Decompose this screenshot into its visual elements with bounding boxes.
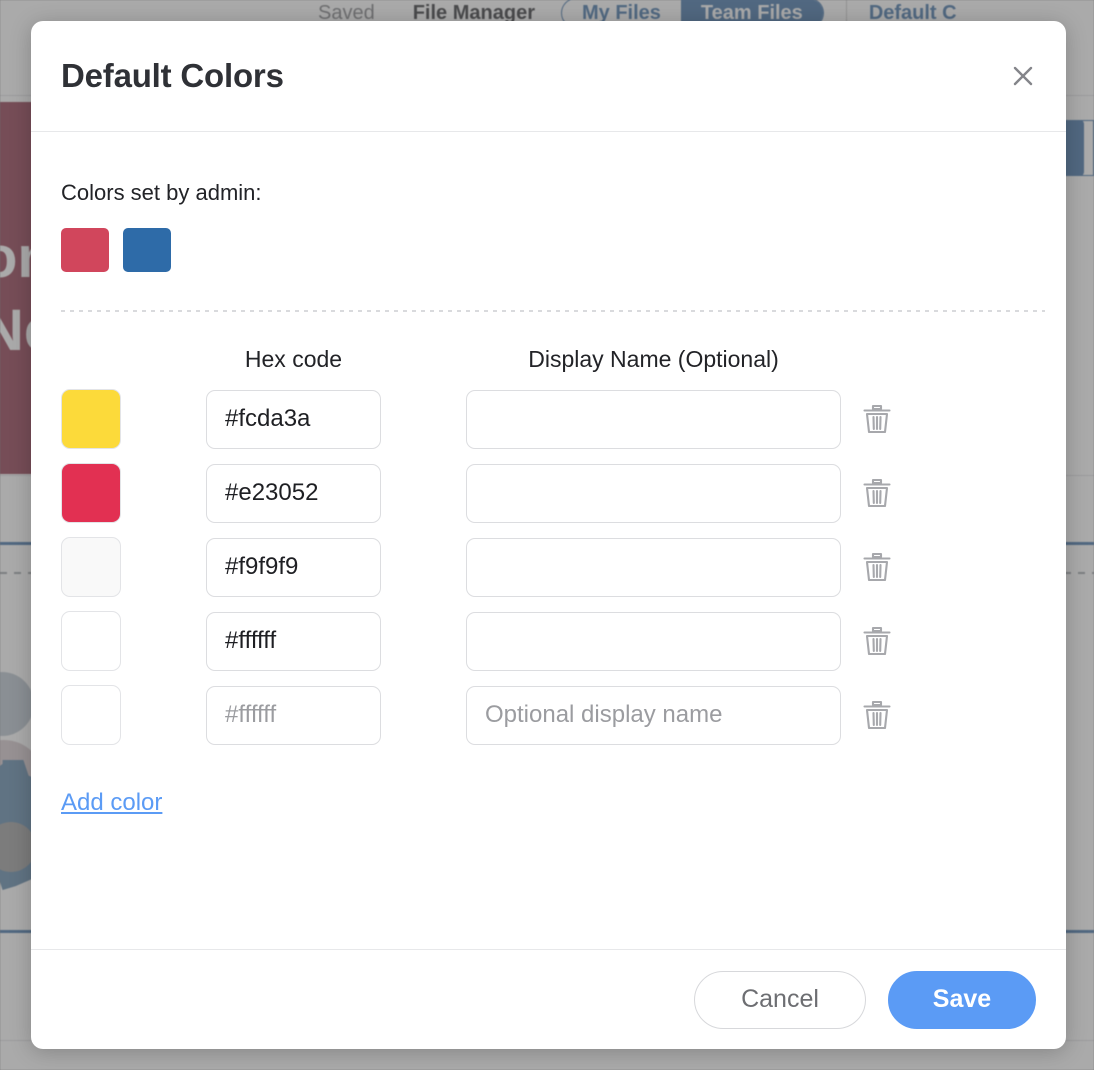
actions-cell bbox=[841, 471, 911, 515]
trash-icon[interactable] bbox=[855, 397, 899, 441]
display-name-cell bbox=[466, 611, 841, 671]
trash-icon[interactable] bbox=[855, 471, 899, 515]
dialog-header: Default Colors bbox=[31, 21, 1066, 132]
display-name-input[interactable] bbox=[466, 611, 841, 671]
dialog-body: Colors set by admin: Hex code Display Na… bbox=[31, 132, 1066, 949]
hex-code-input[interactable] bbox=[206, 685, 381, 745]
display-name-cell bbox=[466, 389, 841, 449]
color-swatch-cell bbox=[61, 537, 206, 597]
color-swatch[interactable] bbox=[61, 389, 121, 449]
trash-icon[interactable] bbox=[855, 693, 899, 737]
color-swatch[interactable] bbox=[61, 463, 121, 523]
color-row bbox=[61, 389, 1036, 449]
hex-code-input[interactable] bbox=[206, 611, 381, 671]
color-swatch-cell bbox=[61, 389, 206, 449]
color-swatch-cell bbox=[61, 611, 206, 671]
hex-cell bbox=[206, 389, 381, 449]
hex-code-input[interactable] bbox=[206, 463, 381, 523]
hex-cell bbox=[206, 463, 381, 523]
color-row bbox=[61, 463, 1036, 523]
display-name-input[interactable] bbox=[466, 463, 841, 523]
actions-cell bbox=[841, 545, 911, 589]
section-divider bbox=[61, 310, 1045, 312]
add-color-link[interactable]: Add color bbox=[61, 789, 162, 817]
color-row bbox=[61, 611, 1036, 671]
admin-swatch-list bbox=[61, 228, 1036, 272]
color-swatch[interactable] bbox=[61, 685, 121, 745]
default-colors-dialog: Default Colors Colors set by admin: Hex … bbox=[31, 21, 1066, 1049]
color-table-header: Hex code Display Name (Optional) bbox=[61, 346, 1036, 373]
color-row bbox=[61, 685, 1036, 745]
color-row-list bbox=[61, 389, 1036, 745]
admin-swatch-red[interactable] bbox=[61, 228, 109, 272]
display-name-cell bbox=[466, 685, 841, 745]
admin-swatch-blue[interactable] bbox=[123, 228, 171, 272]
display-name-input[interactable] bbox=[466, 685, 841, 745]
color-swatch[interactable] bbox=[61, 611, 121, 671]
admin-colors-label: Colors set by admin: bbox=[61, 180, 262, 205]
display-name-input[interactable] bbox=[466, 537, 841, 597]
color-swatch-cell bbox=[61, 685, 206, 745]
save-button[interactable]: Save bbox=[888, 970, 1036, 1029]
hex-cell bbox=[206, 611, 381, 671]
page-title: Default Colors bbox=[61, 57, 284, 94]
hex-code-input[interactable] bbox=[206, 537, 381, 597]
actions-cell bbox=[841, 619, 911, 663]
color-swatch[interactable] bbox=[61, 537, 121, 597]
dialog-footer: Cancel Save bbox=[31, 949, 1066, 1049]
color-row bbox=[61, 537, 1036, 597]
close-icon[interactable] bbox=[1006, 59, 1040, 93]
display-name-cell bbox=[466, 537, 841, 597]
hex-cell bbox=[206, 537, 381, 597]
hex-cell bbox=[206, 685, 381, 745]
display-name-input[interactable] bbox=[466, 389, 841, 449]
actions-cell bbox=[841, 397, 911, 441]
cancel-button[interactable]: Cancel bbox=[694, 970, 866, 1029]
trash-icon[interactable] bbox=[855, 545, 899, 589]
color-swatch-cell bbox=[61, 463, 206, 523]
header-hex-code: Hex code bbox=[244, 346, 343, 372]
header-display-name: Display Name (Optional) bbox=[528, 346, 779, 372]
trash-icon[interactable] bbox=[855, 619, 899, 663]
display-name-cell bbox=[466, 463, 841, 523]
hex-code-input[interactable] bbox=[206, 389, 381, 449]
actions-cell bbox=[841, 693, 911, 737]
